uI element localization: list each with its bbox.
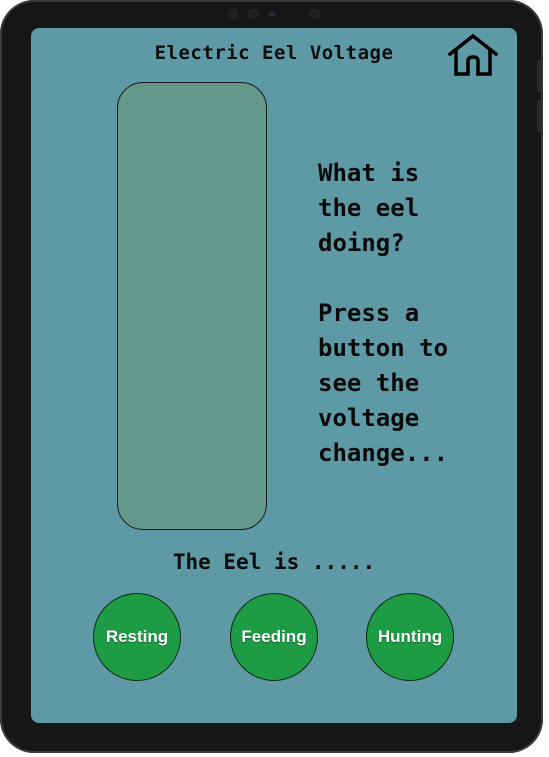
- sensor-icon: [248, 9, 258, 19]
- resting-button[interactable]: Resting: [93, 593, 181, 681]
- instruction-text: What is the eel doing? Press a button to…: [318, 159, 449, 467]
- sensor-icon: [310, 9, 320, 19]
- volume-down-button: [537, 100, 542, 132]
- home-icon: [447, 33, 499, 76]
- volume-up-button: [537, 60, 542, 92]
- feeding-button[interactable]: Feeding: [230, 593, 318, 681]
- tablet-frame: Electric Eel Voltage What is the eel doi…: [0, 0, 543, 753]
- app-screen: Electric Eel Voltage What is the eel doi…: [31, 28, 517, 723]
- home-button[interactable]: [445, 32, 501, 78]
- eel-status-text: The Eel is .....: [172, 550, 376, 574]
- camera-icon: [269, 11, 275, 17]
- voltage-meter: [117, 82, 267, 530]
- sensor-icon: [228, 9, 238, 19]
- camera-bar: [224, 7, 324, 21]
- hunting-button[interactable]: Hunting: [366, 593, 454, 681]
